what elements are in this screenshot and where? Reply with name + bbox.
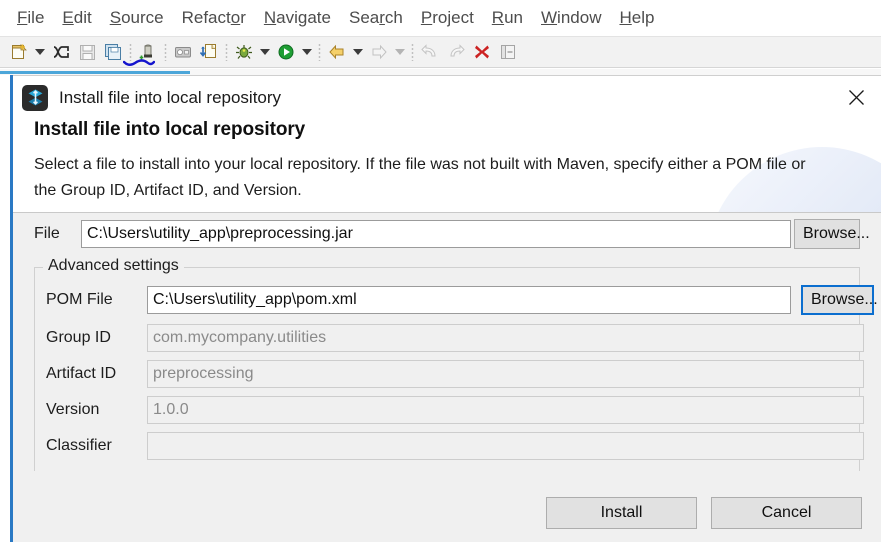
menu-search[interactable]: Search (340, 7, 412, 29)
dialog-description: Select a file to install into your local… (34, 156, 806, 199)
save-icon (75, 40, 99, 64)
forward-icon (367, 40, 391, 64)
version-input (147, 396, 864, 424)
dialog-button-bar: Install Cancel (546, 497, 862, 529)
file-label: File (34, 225, 60, 242)
advanced-settings-label: Advanced settings (43, 257, 184, 275)
dialog-footer: Install Cancel (13, 485, 881, 542)
menu-refactor[interactable]: Refactor (173, 7, 255, 29)
file-row: File (34, 220, 791, 248)
cancel-button[interactable]: Cancel (711, 497, 862, 529)
debug-dropdown-icon[interactable] (258, 40, 272, 64)
artifact-id-row: Artifact ID (46, 360, 864, 388)
print-icon (171, 40, 195, 64)
pom-browse-button[interactable]: Browse... (801, 285, 878, 315)
menu-project[interactable]: Project (412, 7, 483, 29)
menu-bar: File Edit Source Refactor Navigate Searc… (0, 0, 881, 36)
run-icon[interactable] (274, 40, 298, 64)
redo-icon (444, 40, 468, 64)
new-file-dropdown-icon[interactable] (33, 40, 47, 64)
undo-icon (418, 40, 442, 64)
dialog-header: Install file into local repository Selec… (13, 119, 881, 213)
forward-dropdown-icon (393, 40, 407, 64)
back-dropdown-icon[interactable] (351, 40, 365, 64)
ide-left-gutter (0, 75, 10, 542)
menu-window[interactable]: Window (532, 7, 610, 29)
debug-icon[interactable] (232, 40, 256, 64)
panel-icon[interactable] (496, 40, 520, 64)
menu-edit[interactable]: Edit (53, 7, 100, 29)
maven-install-icon[interactable] (136, 40, 160, 64)
toolbar-separator (318, 43, 321, 61)
group-id-input (147, 324, 864, 352)
pom-file-input[interactable] (147, 286, 791, 314)
export-icon[interactable] (197, 40, 221, 64)
link-editor-icon[interactable] (49, 40, 73, 64)
back-icon[interactable] (325, 40, 349, 64)
pom-file-row: POM File (46, 286, 791, 314)
maven-icon (22, 84, 48, 111)
toolbar-separator (411, 43, 414, 61)
run-dropdown-icon[interactable] (300, 40, 314, 64)
classifier-label: Classifier (46, 437, 112, 454)
dialog-title: Install file into local repository (59, 87, 282, 107)
menu-help[interactable]: Help (610, 7, 663, 29)
pom-file-label: POM File (46, 291, 113, 308)
dialog-body: File Browse... Advanced settings POM Fil… (13, 213, 881, 485)
dialog-heading: Install file into local repository (34, 119, 306, 140)
file-input[interactable] (81, 220, 791, 248)
toolbar-separator (225, 43, 228, 61)
editor-tab-active-underline (0, 71, 190, 74)
save-all-icon[interactable] (101, 40, 125, 64)
menu-run[interactable]: Run (483, 7, 532, 29)
classifier-row: Classifier (46, 432, 864, 460)
install-button[interactable]: Install (546, 497, 697, 529)
version-row: Version (46, 396, 864, 424)
new-file-icon[interactable] (7, 40, 31, 64)
menu-navigate[interactable]: Navigate (255, 7, 340, 29)
advanced-settings-group: Advanced settings POM File Browse... Gro… (34, 257, 878, 471)
toolbar-separator (164, 43, 167, 61)
artifact-id-label: Artifact ID (46, 365, 117, 382)
terminate-icon[interactable] (470, 40, 494, 64)
group-id-label: Group ID (46, 329, 111, 346)
classifier-input (147, 432, 864, 460)
install-file-dialog: Install file into local repository Insta… (13, 75, 881, 542)
menu-file[interactable]: File (8, 7, 53, 29)
menu-source[interactable]: Source (101, 7, 173, 29)
version-label: Version (46, 401, 100, 418)
file-browse-button[interactable]: Browse... (794, 219, 870, 249)
dialog-titlebar: Install file into local repository (13, 76, 881, 119)
artifact-id-input (147, 360, 864, 388)
toolbar-separator (129, 43, 132, 61)
toolbar (0, 36, 881, 68)
group-id-row: Group ID (46, 324, 864, 352)
close-icon[interactable] (839, 82, 873, 112)
